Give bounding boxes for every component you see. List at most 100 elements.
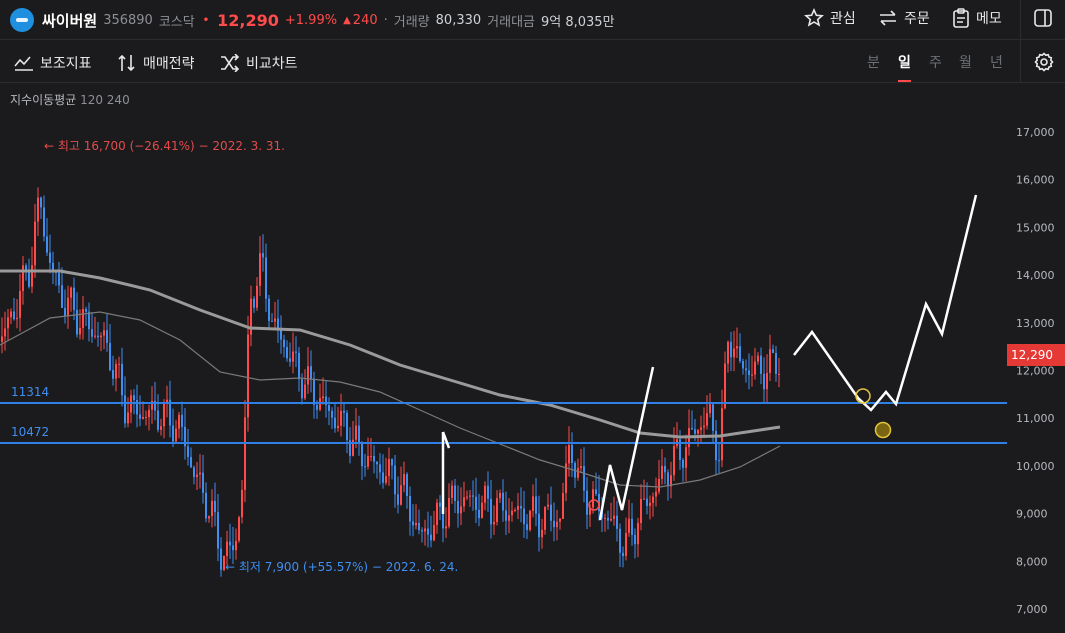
candle-body bbox=[64, 307, 66, 316]
panel-toggle-button[interactable] bbox=[1033, 8, 1053, 28]
candle-body bbox=[106, 330, 108, 343]
candle-body bbox=[163, 403, 165, 427]
stock-header: 싸이버원 356890 코스닥 • 12,290 +1.99% ▲ 240 · 거… bbox=[42, 10, 615, 31]
candle-body bbox=[544, 506, 546, 530]
candle-body bbox=[283, 339, 285, 348]
candle-body bbox=[355, 425, 357, 440]
high-annotation: ← 최고 16,700 (−26.41%) − 2022. 3. 31. bbox=[44, 139, 285, 153]
candle-body bbox=[640, 499, 642, 524]
candle-body bbox=[238, 517, 240, 541]
candle-body bbox=[691, 428, 693, 430]
change-amount: 240 bbox=[352, 13, 378, 28]
candle-body bbox=[778, 373, 780, 375]
candle-body bbox=[571, 444, 573, 463]
candle-body bbox=[172, 425, 174, 442]
star-icon bbox=[804, 8, 824, 27]
candle-body bbox=[97, 335, 99, 338]
candle-body bbox=[484, 485, 486, 503]
memo-button[interactable]: 메모 bbox=[952, 8, 1002, 28]
candle-body bbox=[16, 317, 18, 320]
candle-body bbox=[205, 492, 207, 519]
candle-body bbox=[472, 495, 474, 497]
candle-body bbox=[664, 465, 666, 473]
candle-body bbox=[631, 518, 633, 535]
price-chart[interactable]: 11314 10472 ← 최고 16,700 (−26.41%) − 2022… bbox=[0, 84, 1065, 633]
candle-body bbox=[49, 252, 51, 263]
candle-body bbox=[409, 495, 411, 522]
candle-body bbox=[745, 368, 747, 371]
candle-body bbox=[478, 509, 480, 519]
compare-button[interactable]: 비교차트 bbox=[220, 53, 298, 73]
candle-body bbox=[232, 545, 234, 551]
candle-body bbox=[148, 409, 150, 418]
candle-body bbox=[199, 472, 201, 475]
candle-body bbox=[556, 521, 558, 528]
candle-body bbox=[175, 428, 177, 442]
candle-body bbox=[43, 207, 45, 237]
period-year[interactable]: 년 bbox=[990, 52, 1003, 72]
candle-body bbox=[541, 529, 543, 538]
candle-body bbox=[694, 429, 696, 434]
candle-body bbox=[262, 253, 264, 258]
candle-body bbox=[4, 328, 6, 337]
strategy-button[interactable]: 매매전략 bbox=[117, 53, 195, 73]
candle-body bbox=[85, 308, 87, 312]
period-minute[interactable]: 분 bbox=[867, 52, 880, 72]
drawing-projection-path[interactable] bbox=[793, 194, 978, 412]
settings-button[interactable] bbox=[1034, 52, 1054, 72]
y-axis-tick-label: 7,000 bbox=[1016, 603, 1048, 616]
watch-button[interactable]: 관심 bbox=[804, 8, 856, 28]
candle-body bbox=[178, 414, 180, 429]
candle-body bbox=[340, 410, 342, 426]
candle-body bbox=[718, 460, 720, 462]
candle-body bbox=[406, 474, 408, 496]
candle-body bbox=[214, 500, 216, 513]
stock-code: 356890 bbox=[103, 13, 153, 28]
candle-body bbox=[259, 253, 261, 286]
amount-value: 9억 8,035만 bbox=[541, 15, 615, 30]
candle-body bbox=[616, 515, 618, 529]
candle-body bbox=[415, 522, 417, 526]
indicator-label: 보조지표 bbox=[40, 56, 92, 72]
candle-body bbox=[418, 522, 420, 531]
candle-body bbox=[622, 552, 624, 557]
period-day[interactable]: 일 bbox=[898, 52, 911, 82]
candle-body bbox=[157, 410, 159, 430]
candle-body bbox=[724, 363, 726, 409]
candle-body bbox=[496, 498, 498, 522]
candle-body bbox=[67, 297, 69, 316]
candle-body bbox=[475, 496, 477, 510]
indicator-button[interactable]: 보조지표 bbox=[14, 53, 92, 73]
candle-body bbox=[424, 528, 426, 532]
order-button[interactable]: 주문 bbox=[878, 8, 930, 28]
candle-body bbox=[193, 467, 195, 478]
period-month[interactable]: 월 bbox=[959, 52, 972, 72]
candle-body bbox=[376, 461, 378, 465]
candle-body bbox=[502, 492, 504, 511]
candle-body bbox=[637, 523, 639, 545]
y-axis-tick-label: 14,000 bbox=[1016, 269, 1055, 282]
period-week[interactable]: 주 bbox=[929, 52, 942, 72]
candle-body bbox=[514, 509, 516, 511]
candle-body bbox=[523, 508, 525, 525]
candle-body bbox=[655, 491, 657, 497]
candle-body bbox=[550, 504, 552, 521]
candle-body bbox=[385, 476, 387, 483]
candle-body bbox=[421, 530, 423, 532]
candle-body bbox=[769, 349, 771, 374]
candle-body bbox=[487, 485, 489, 499]
memo-label: 메모 bbox=[976, 11, 1002, 27]
top-bar: 싸이버원 356890 코스닥 • 12,290 +1.99% ▲ 240 · 거… bbox=[0, 0, 1065, 40]
candle-body bbox=[313, 378, 315, 405]
candle-body bbox=[625, 532, 627, 557]
candle-body bbox=[220, 548, 222, 570]
candle-body bbox=[397, 494, 399, 505]
candle-body bbox=[439, 502, 441, 507]
candle-body bbox=[505, 510, 507, 521]
candle-body bbox=[364, 466, 366, 468]
drawing-marker-yellow-2[interactable] bbox=[874, 421, 892, 439]
candle-body bbox=[388, 459, 390, 477]
candle-body bbox=[751, 374, 753, 376]
candle-body bbox=[139, 414, 141, 419]
candle-body bbox=[19, 290, 21, 318]
